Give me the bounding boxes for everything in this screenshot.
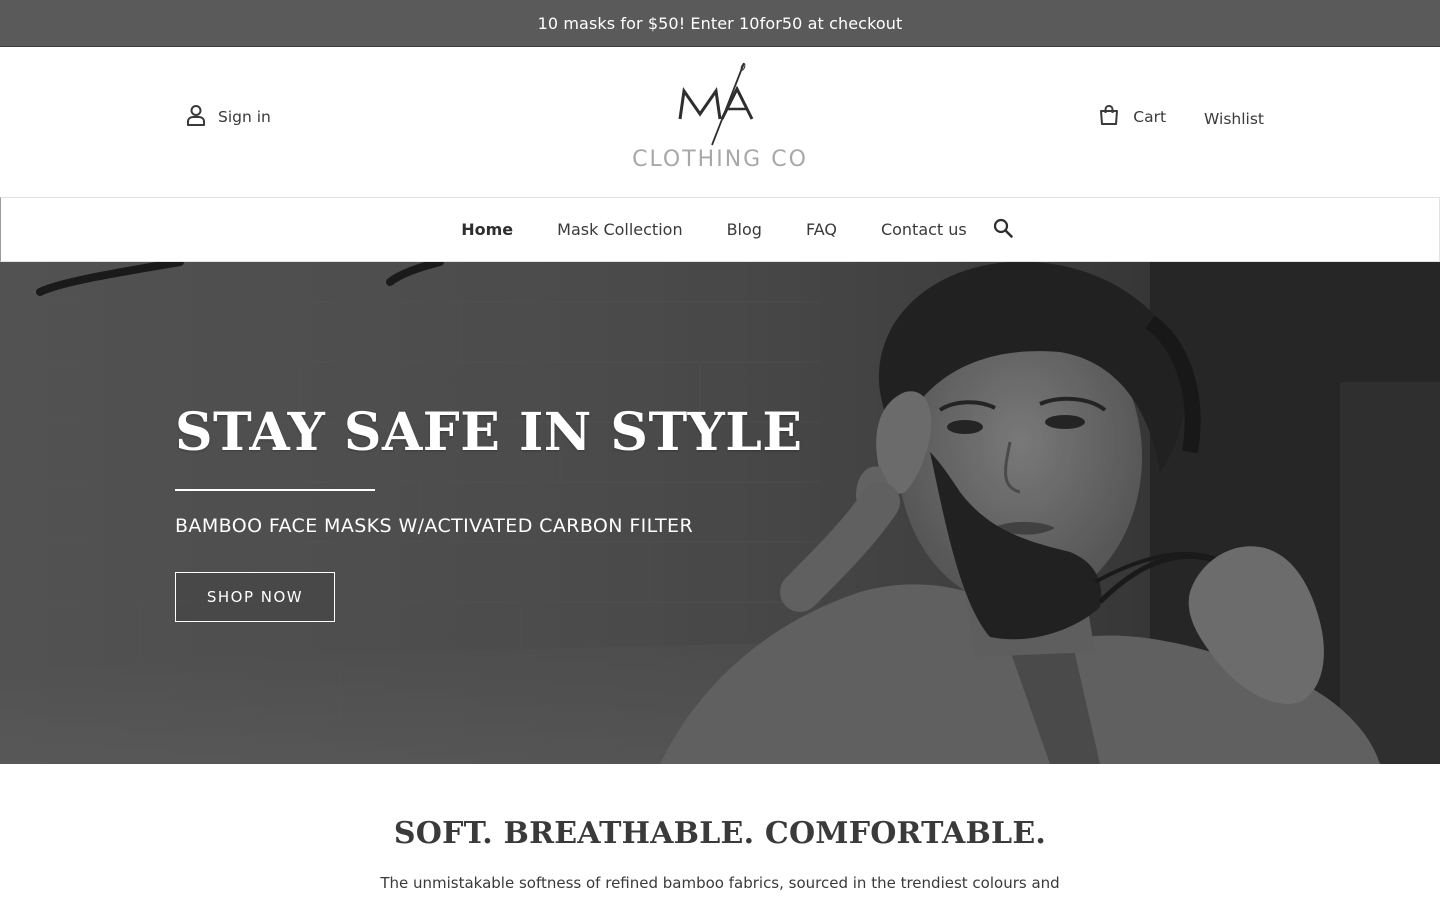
nav-item-home[interactable]: Home <box>461 220 513 239</box>
logo-wordmark: CLOTHING CO <box>632 147 808 172</box>
nav-item-faq[interactable]: FAQ <box>806 220 837 239</box>
hero-subtitle: BAMBOO FACE MASKS W/ACTIVATED CARBON FIL… <box>175 515 694 537</box>
search-icon <box>993 218 1013 242</box>
nav-item-contact-us[interactable]: Contact us <box>881 220 967 239</box>
nav-item-mask-collection[interactable]: Mask Collection <box>557 220 682 239</box>
person-icon <box>186 104 206 130</box>
feature-text: The unmistakable softness of refined bam… <box>380 874 1060 892</box>
header-actions: Cart Wishlist <box>1098 103 1264 131</box>
hero-title: STAY SAFE IN STYLE <box>175 402 803 463</box>
cart-link[interactable]: Cart <box>1098 104 1166 130</box>
site-logo[interactable]: CLOTHING CO <box>620 59 820 177</box>
cart-label: Cart <box>1133 108 1167 126</box>
hero-overlay <box>0 262 1440 764</box>
feature-section: SOFT. BREATHABLE. COMFORTABLE. The unmis… <box>0 764 1440 900</box>
search-button[interactable] <box>993 218 1013 242</box>
wishlist-link[interactable]: Wishlist <box>1204 110 1264 128</box>
site-header: Sign in CLOTHING CO Cart Wishlist <box>0 47 1440 197</box>
hero-banner: STAY SAFE IN STYLE BAMBOO FACE MASKS W/A… <box>0 262 1440 764</box>
announcement-bar: 10 masks for $50! Enter 10for50 at check… <box>0 0 1440 47</box>
nav-list: Home Mask Collection Blog FAQ Contact us <box>439 220 989 239</box>
nav-item-blog[interactable]: Blog <box>727 220 762 239</box>
logo-monogram <box>678 62 754 146</box>
sign-in-link[interactable]: Sign in <box>186 103 271 131</box>
sign-in-label: Sign in <box>218 108 271 126</box>
main-navigation: Home Mask Collection Blog FAQ Contact us <box>0 197 1440 262</box>
feature-heading: SOFT. BREATHABLE. COMFORTABLE. <box>393 816 1047 851</box>
hero-divider <box>175 489 375 491</box>
announcement-text: 10 masks for $50! Enter 10for50 at check… <box>537 13 903 33</box>
shopping-bag-icon <box>1098 104 1120 130</box>
shop-now-button[interactable]: SHOP NOW <box>175 572 335 622</box>
